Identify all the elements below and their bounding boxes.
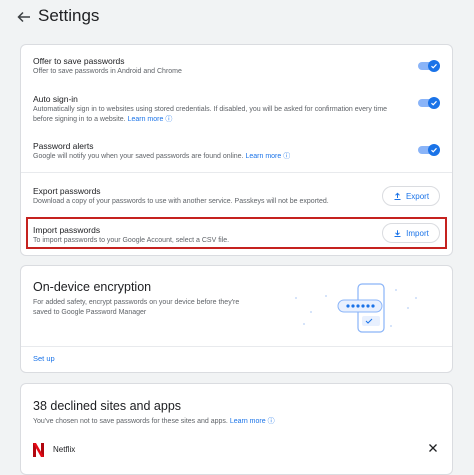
arrow-left-icon[interactable] (16, 9, 32, 25)
password-alerts-desc: Google will notify you when your saved p… (33, 152, 440, 162)
encryption-card: On-device encryption For added safety, e… (20, 265, 453, 373)
export-button[interactable]: Export (382, 186, 440, 206)
check-icon (428, 60, 440, 72)
password-alerts-title: Password alerts (33, 141, 94, 151)
auto-sign-in-desc-line1: Automatically sign in to websites using … (33, 106, 388, 113)
offer-to-save-row: Offer to save passwords Offer to save pa… (33, 56, 440, 77)
page-header: Settings (0, 0, 474, 34)
netflix-logo-icon (33, 443, 44, 457)
offer-to-save-toggle[interactable] (418, 60, 440, 72)
declined-sites-title: 38 declined sites and apps (33, 399, 182, 413)
help-icon: ⓘ (267, 418, 275, 425)
offer-to-save-desc: Offer to save passwords in Android and C… (33, 68, 182, 75)
import-highlight-box (26, 217, 447, 249)
check-icon (428, 97, 440, 109)
phone-password-illustration (295, 283, 417, 333)
export-button-label: Export (405, 191, 430, 201)
auto-sign-in-desc-text: before signing in to a website. (33, 116, 126, 123)
declined-sites-learn-more-link[interactable]: Learn more (230, 418, 266, 425)
export-passwords-desc: Download a copy of your passwords to use… (33, 198, 329, 205)
export-passwords-title: Export passwords (33, 186, 101, 196)
declined-sites-card: 38 declined sites and apps You've chosen… (20, 383, 453, 475)
password-alerts-learn-more-link[interactable]: Learn more (245, 153, 281, 160)
help-icon: ⓘ (283, 153, 291, 160)
check-icon (428, 144, 440, 156)
password-alerts-row: Password alerts Google will notify you w… (33, 141, 440, 162)
export-passwords-row: Export passwords Download a copy of your… (33, 186, 367, 207)
auto-sign-in-title: Auto sign-in (33, 94, 78, 104)
auto-sign-in-toggle[interactable] (418, 97, 440, 109)
auto-sign-in-desc-line2: before signing in to a website. Learn mo… (33, 115, 402, 125)
upload-icon (394, 192, 401, 200)
password-alerts-toggle[interactable] (418, 144, 440, 156)
auto-sign-in-row: Auto sign-in Automatically sign in to we… (33, 94, 402, 125)
help-icon: ⓘ (165, 116, 173, 123)
declined-sites-desc: You've chosen not to save passwords for … (33, 417, 440, 427)
encryption-desc-line1: For added safety, encrypt passwords on y… (33, 299, 240, 306)
divider (21, 172, 452, 173)
encryption-desc-line2: saved to Google Password Manager (33, 309, 147, 316)
auto-sign-in-learn-more-link[interactable]: Learn more (128, 116, 164, 123)
page-title: Settings (38, 6, 100, 25)
declined-sites-desc-text: You've chosen not to save passwords for … (33, 418, 228, 425)
encryption-desc: For added safety, encrypt passwords on y… (33, 298, 272, 318)
password-alerts-desc-text: Google will notify you when your saved p… (33, 153, 244, 160)
offer-to-save-title: Offer to save passwords (33, 56, 125, 66)
declined-site-name: Netflix (53, 445, 76, 454)
close-icon[interactable] (428, 443, 438, 453)
divider (21, 346, 452, 347)
setup-link[interactable]: Set up (33, 354, 55, 363)
